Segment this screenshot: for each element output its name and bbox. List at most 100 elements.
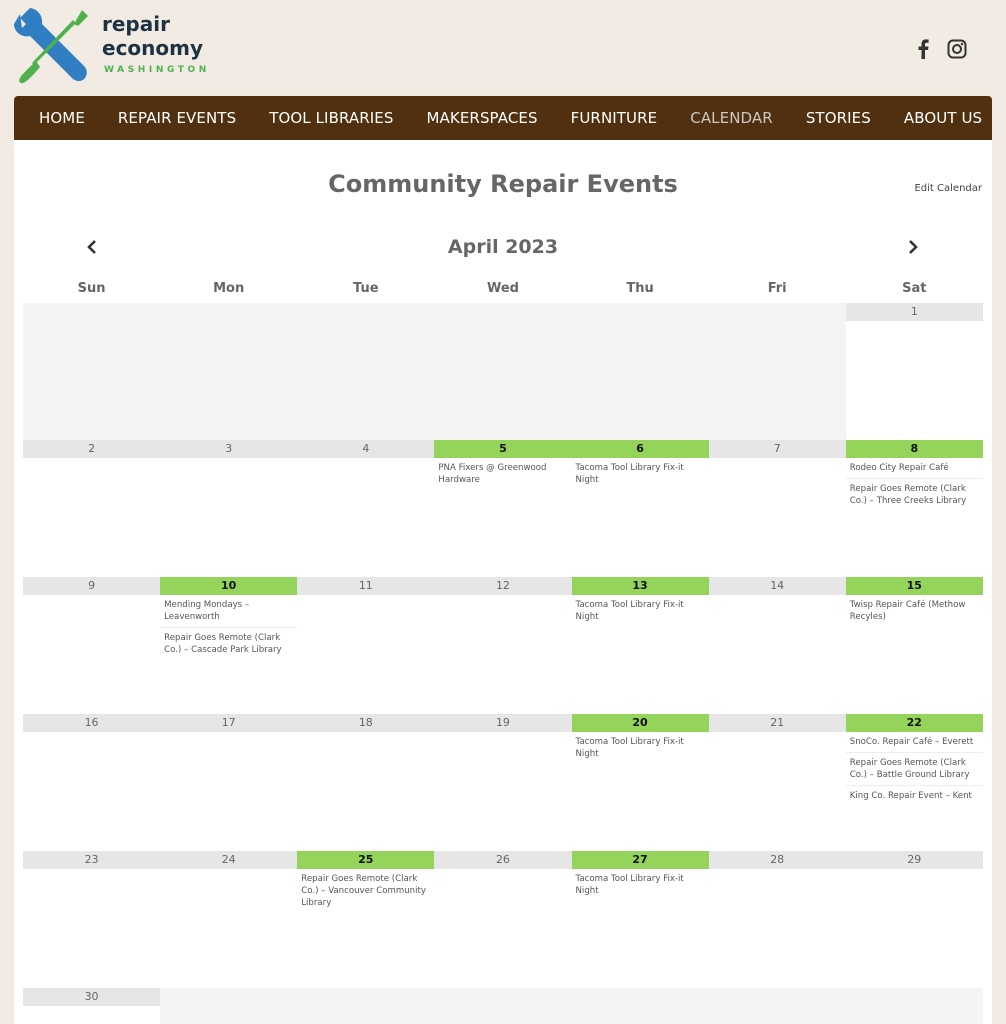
nav-item-stories[interactable]: STORIES [806, 109, 871, 127]
day-number: 12 [434, 577, 572, 595]
day-number[interactable]: 6 [571, 440, 709, 458]
calendar-grid: Sun Mon Tue Wed Thu Fri Sat 1 2 3 4 5 PNA Fixers @ … [23, 280, 983, 1024]
logo-text-repair: repair [102, 12, 170, 36]
calendar-day: 14 [708, 577, 846, 714]
weekday-label: Tue [353, 281, 379, 296]
social-links [912, 38, 968, 60]
next-month-button[interactable] [901, 234, 925, 260]
logo-text-washington: WASHINGTON [104, 65, 210, 75]
page-title: Community Repair Events [328, 170, 678, 198]
logo-text-economy: economy [102, 36, 204, 60]
calendar-day: 16 [23, 714, 161, 851]
calendar-empty-cell [297, 988, 435, 1024]
calendar-day: 22 SnoCo. Repair Café – Everett Repair Goe… [845, 714, 983, 851]
calendar-empty-cell [434, 988, 572, 1024]
day-number[interactable]: 15 [845, 577, 983, 595]
calendar-day: 20 Tacoma Tool Library Fix-it Night [571, 714, 709, 851]
calendar-day: 2 [23, 440, 161, 577]
calendar-day: 18 [297, 714, 435, 851]
weekday-label: Sat [902, 281, 927, 296]
calendar-event[interactable]: Repair Goes Remote (Clark Co.) – Cascade… [160, 628, 297, 660]
calendar-event[interactable]: Mending Mondays – Leavenworth [160, 595, 298, 628]
day-number: 1 [845, 303, 983, 321]
calendar-empty-cell [571, 988, 709, 1024]
nav-item-repair-events[interactable]: REPAIR EVENTS [118, 109, 236, 127]
calendar-day: 12 [434, 577, 572, 714]
calendar-day: 1 [845, 303, 983, 440]
calendar-day: 8 Rodeo City Repair Café Repair Goes Remot… [845, 440, 983, 577]
calendar-event[interactable]: King Co. Repair Event – Kent [846, 786, 983, 806]
calendar-empty-cell [160, 303, 298, 440]
calendar-event[interactable]: Twisp Repair Café (Methow Recyles) [846, 595, 983, 627]
wrench-screwdriver-icon [14, 8, 88, 84]
calendar-day: 6 Tacoma Tool Library Fix-it Night [571, 440, 709, 577]
calendar-empty-cell [845, 988, 983, 1024]
day-number[interactable]: 8 [845, 440, 983, 458]
instagram-icon[interactable] [946, 38, 968, 60]
month-navigation: April 2023 [14, 234, 992, 264]
day-number: 11 [297, 577, 435, 595]
calendar-event[interactable]: Repair Goes Remote (Clark Co.) – Three C… [846, 479, 983, 511]
calendar-day: 23 [23, 851, 161, 988]
site-logo[interactable]: repair economy WASHINGTON [12, 6, 212, 86]
site-header: repair economy WASHINGTON [0, 0, 1006, 96]
calendar-empty-cell [297, 303, 435, 440]
calendar-event[interactable]: Rodeo City Repair Café [845, 458, 983, 479]
calendar-empty-cell [160, 988, 298, 1024]
weekday-label: Fri [767, 281, 787, 296]
calendar-event[interactable]: Tacoma Tool Library Fix-it Night [572, 869, 709, 901]
calendar-event[interactable]: Repair Goes Remote (Clark Co.) – Battle … [845, 753, 983, 786]
calendar-event[interactable]: Tacoma Tool Library Fix-it Night [572, 732, 709, 764]
calendar-day: 26 [434, 851, 572, 988]
calendar-day: 28 [708, 851, 846, 988]
facebook-icon[interactable] [912, 38, 934, 60]
calendar-day: 17 [160, 714, 298, 851]
calendar-week: 9 10 Mending Mondays – Leavenworth Repair G… [23, 577, 983, 714]
day-number[interactable]: 27 [571, 851, 709, 869]
day-number: 24 [160, 851, 298, 869]
calendar-day: 7 [708, 440, 846, 577]
calendar-empty-cell [434, 303, 572, 440]
main-content: Community Repair Events Edit Calendar Ap… [14, 140, 992, 1024]
day-number[interactable]: 25 [297, 851, 435, 869]
edit-calendar-link[interactable]: Edit Calendar [914, 183, 982, 194]
day-number[interactable]: 5 [434, 440, 572, 458]
nav-item-about-us[interactable]: ABOUT US [904, 109, 982, 127]
day-number: 9 [23, 577, 161, 595]
month-label: April 2023 [447, 236, 559, 258]
weekday-label: Mon [213, 281, 245, 296]
nav-item-makerspaces[interactable]: MAKERSPACES [427, 109, 538, 127]
day-number[interactable]: 10 [160, 577, 298, 595]
weekday-label: Thu [626, 281, 654, 296]
calendar-day: 10 Mending Mondays – Leavenworth Repair Go… [160, 577, 298, 714]
calendar-week: 23 24 25 Repair Goes Remote (Clark Co.) – V… [23, 851, 983, 988]
nav-item-calendar[interactable]: CALENDAR [690, 109, 773, 127]
day-number: 26 [434, 851, 572, 869]
weekday-header: Sun Mon Tue Wed Thu Fri Sat [23, 280, 983, 303]
nav-item-tool-libraries[interactable]: TOOL LIBRARIES [269, 109, 393, 127]
calendar-event[interactable]: Tacoma Tool Library Fix-it Night [572, 458, 709, 490]
calendar-event[interactable]: SnoCo. Repair Café – Everett [845, 732, 983, 753]
day-number: 19 [434, 714, 572, 732]
calendar-day: 30 [23, 988, 161, 1024]
day-number[interactable]: 22 [845, 714, 983, 732]
day-number: 2 [23, 440, 161, 458]
day-number: 18 [297, 714, 435, 732]
calendar-day: 11 [297, 577, 435, 714]
calendar-week: 2 3 4 5 PNA Fixers @ Greenwood Hardware 6 Taco… [23, 440, 983, 577]
calendar-day: 4 [297, 440, 435, 577]
calendar-day: 24 [160, 851, 298, 988]
calendar-event[interactable]: Repair Goes Remote (Clark Co.) – Vancouv… [297, 869, 434, 913]
day-number: 30 [23, 988, 161, 1006]
calendar-event[interactable]: PNA Fixers @ Greenwood Hardware [434, 458, 571, 490]
weekday-label: Sun [77, 281, 106, 296]
day-number[interactable]: 13 [571, 577, 709, 595]
day-number: 23 [23, 851, 161, 869]
calendar-event[interactable]: Tacoma Tool Library Fix-it Night [572, 595, 709, 627]
nav-item-home[interactable]: HOME [39, 109, 85, 127]
calendar-day: 15 Twisp Repair Café (Methow Recyles) [845, 577, 983, 714]
weekday-label: Wed [486, 281, 519, 296]
day-number[interactable]: 20 [571, 714, 709, 732]
calendar-empty-cell [708, 303, 846, 440]
nav-item-furniture[interactable]: FURNITURE [571, 109, 658, 127]
